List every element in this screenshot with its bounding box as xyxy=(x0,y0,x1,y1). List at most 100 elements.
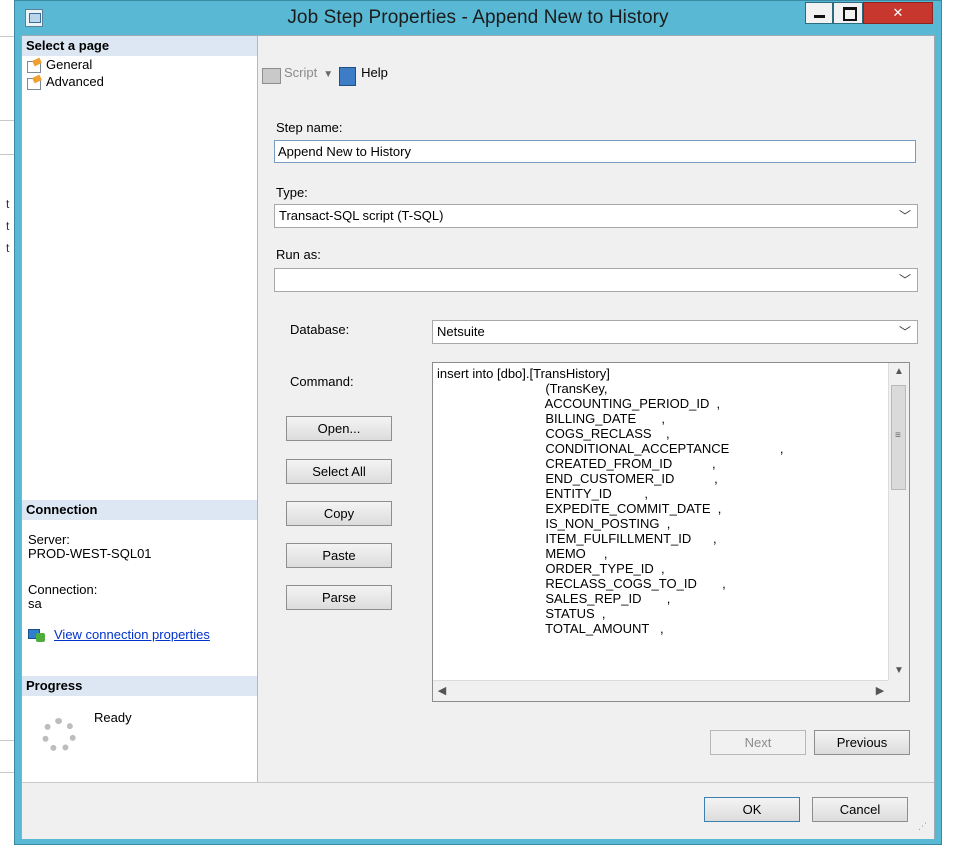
close-button[interactable]: ✕ xyxy=(863,2,933,24)
maximize-icon xyxy=(843,7,857,21)
command-text[interactable]: insert into [dbo].[TransHistory] (TransK… xyxy=(437,366,877,676)
minimize-button[interactable] xyxy=(805,2,833,24)
copy-button[interactable]: Copy xyxy=(286,501,392,526)
page-icon xyxy=(26,59,42,74)
command-line: ACCOUNTING_PERIOD_ID , xyxy=(437,396,721,411)
background-divider xyxy=(0,772,14,773)
ok-button[interactable]: OK xyxy=(704,797,800,822)
command-line: COGS_RECLASS , xyxy=(437,426,670,441)
background-text: t xyxy=(6,241,10,255)
type-select[interactable]: Transact-SQL script (T-SQL) ﹀ xyxy=(274,204,918,228)
chevron-down-icon: ﹀ xyxy=(898,273,911,287)
server-label: Server: xyxy=(28,532,70,547)
help-icon xyxy=(339,67,357,86)
command-line: END_CUSTOMER_ID , xyxy=(437,471,718,486)
scroll-right-icon[interactable]: ▶ xyxy=(871,681,889,701)
vertical-scrollbar[interactable]: ▲ ≡ ▼ xyxy=(888,363,909,680)
script-dropdown-icon[interactable]: ▼ xyxy=(323,64,333,86)
background-text: t xyxy=(6,197,10,211)
script-button[interactable]: Script xyxy=(262,65,318,84)
command-line: insert into [dbo].[TransHistory] xyxy=(437,366,610,381)
progress-status: Ready xyxy=(94,710,132,725)
page-icon xyxy=(26,76,42,91)
database-label: Database: xyxy=(290,322,350,337)
connection-value: sa xyxy=(28,596,42,611)
grip-icon: ≡ xyxy=(895,430,901,441)
help-button[interactable]: Help xyxy=(339,65,388,86)
scroll-down-icon[interactable]: ▼ xyxy=(889,662,909,680)
command-label: Command: xyxy=(290,374,354,389)
command-line: SALES_REP_ID , xyxy=(437,591,671,606)
run-as-label: Run as: xyxy=(276,247,321,262)
command-editor[interactable]: insert into [dbo].[TransHistory] (TransK… xyxy=(432,362,910,702)
command-line: IS_NON_POSTING , xyxy=(437,516,671,531)
type-label: Type: xyxy=(276,185,308,200)
step-name-input[interactable]: Append New to History xyxy=(274,140,916,163)
progress-header: Progress xyxy=(22,676,257,696)
step-name-label: Step name: xyxy=(276,120,343,135)
select-all-button[interactable]: Select All xyxy=(286,459,392,484)
type-selected-value: Transact-SQL script (T-SQL) xyxy=(279,208,444,223)
background-divider xyxy=(0,120,14,121)
script-label: Script xyxy=(284,65,318,80)
page-item-advanced[interactable]: Advanced xyxy=(26,73,104,91)
command-line: (TransKey, xyxy=(437,381,608,396)
select-page-header: Select a page xyxy=(22,36,257,56)
help-label: Help xyxy=(361,65,388,80)
view-connection-properties-link[interactable]: View connection properties xyxy=(54,627,210,642)
dialog-client-area: Select a page General Advanced Connectio… xyxy=(21,35,935,839)
minimize-icon xyxy=(814,15,825,18)
paste-button[interactable]: Paste xyxy=(286,543,392,568)
scroll-up-icon[interactable]: ▲ xyxy=(889,363,909,381)
background-text: t xyxy=(6,219,10,233)
connection-properties-icon xyxy=(28,628,46,643)
background-app-edge: t t t xyxy=(0,0,14,855)
database-select[interactable]: Netsuite ﹀ xyxy=(432,320,918,344)
command-line: ITEM_FULFILLMENT_ID , xyxy=(437,531,717,546)
command-line: MEMO , xyxy=(437,546,608,561)
command-line: EXPEDITE_COMMIT_DATE , xyxy=(437,501,722,516)
chevron-down-icon: ﹀ xyxy=(898,325,911,339)
connection-label: Connection: xyxy=(28,582,98,597)
command-line: CREATED_FROM_ID , xyxy=(437,456,716,471)
progress-spinner-icon xyxy=(42,718,76,752)
command-line: STATUS , xyxy=(437,606,606,621)
open-button[interactable]: Open... xyxy=(286,416,392,441)
server-value: PROD-WEST-SQL01 xyxy=(28,546,152,561)
database-selected-value: Netsuite xyxy=(437,324,485,339)
title-bar[interactable]: Job Step Properties - Append New to Hist… xyxy=(15,1,941,35)
parse-button[interactable]: Parse xyxy=(286,585,392,610)
command-line: TOTAL_AMOUNT , xyxy=(437,621,664,636)
page-item-label: Advanced xyxy=(46,74,104,89)
horizontal-scrollbar[interactable]: ◀ ▶ xyxy=(433,680,889,701)
background-app-edge-right xyxy=(942,0,960,855)
scroll-left-icon[interactable]: ◀ xyxy=(433,681,451,701)
close-icon: ✕ xyxy=(892,5,904,20)
command-line: ENTITY_ID , xyxy=(437,486,648,501)
resize-grip-icon[interactable]: ⋰ xyxy=(918,822,930,835)
page-item-general[interactable]: General xyxy=(26,56,92,74)
previous-button[interactable]: Previous xyxy=(814,730,910,755)
scrollbar-corner xyxy=(888,680,909,701)
next-button[interactable]: Next xyxy=(710,730,806,755)
run-as-select[interactable]: ﹀ xyxy=(274,268,918,292)
toolbar: Script ▼ Help xyxy=(262,62,388,86)
background-divider xyxy=(0,740,14,741)
maximize-button[interactable] xyxy=(833,2,863,24)
command-line: ORDER_TYPE_ID , xyxy=(437,561,665,576)
command-line: RECLASS_COGS_TO_ID , xyxy=(437,576,726,591)
dialog-footer: OK Cancel ⋰ xyxy=(22,782,934,839)
command-line: BILLING_DATE , xyxy=(437,411,666,426)
page-item-label: General xyxy=(46,57,93,72)
command-line: CONDITIONAL_ACCEPTANCE , xyxy=(437,441,784,456)
background-divider xyxy=(0,154,14,155)
window-title: Job Step Properties - Append New to Hist… xyxy=(287,7,669,28)
job-step-properties-dialog: Job Step Properties - Append New to Hist… xyxy=(14,0,942,845)
chevron-down-icon: ﹀ xyxy=(898,209,911,223)
view-connection-properties[interactable]: View connection properties xyxy=(28,626,210,644)
cancel-button[interactable]: Cancel xyxy=(812,797,908,822)
left-pane: Select a page General Advanced Connectio… xyxy=(22,36,258,782)
scrollbar-thumb[interactable]: ≡ xyxy=(891,385,906,490)
connection-header: Connection xyxy=(22,500,257,520)
script-icon xyxy=(262,68,281,84)
